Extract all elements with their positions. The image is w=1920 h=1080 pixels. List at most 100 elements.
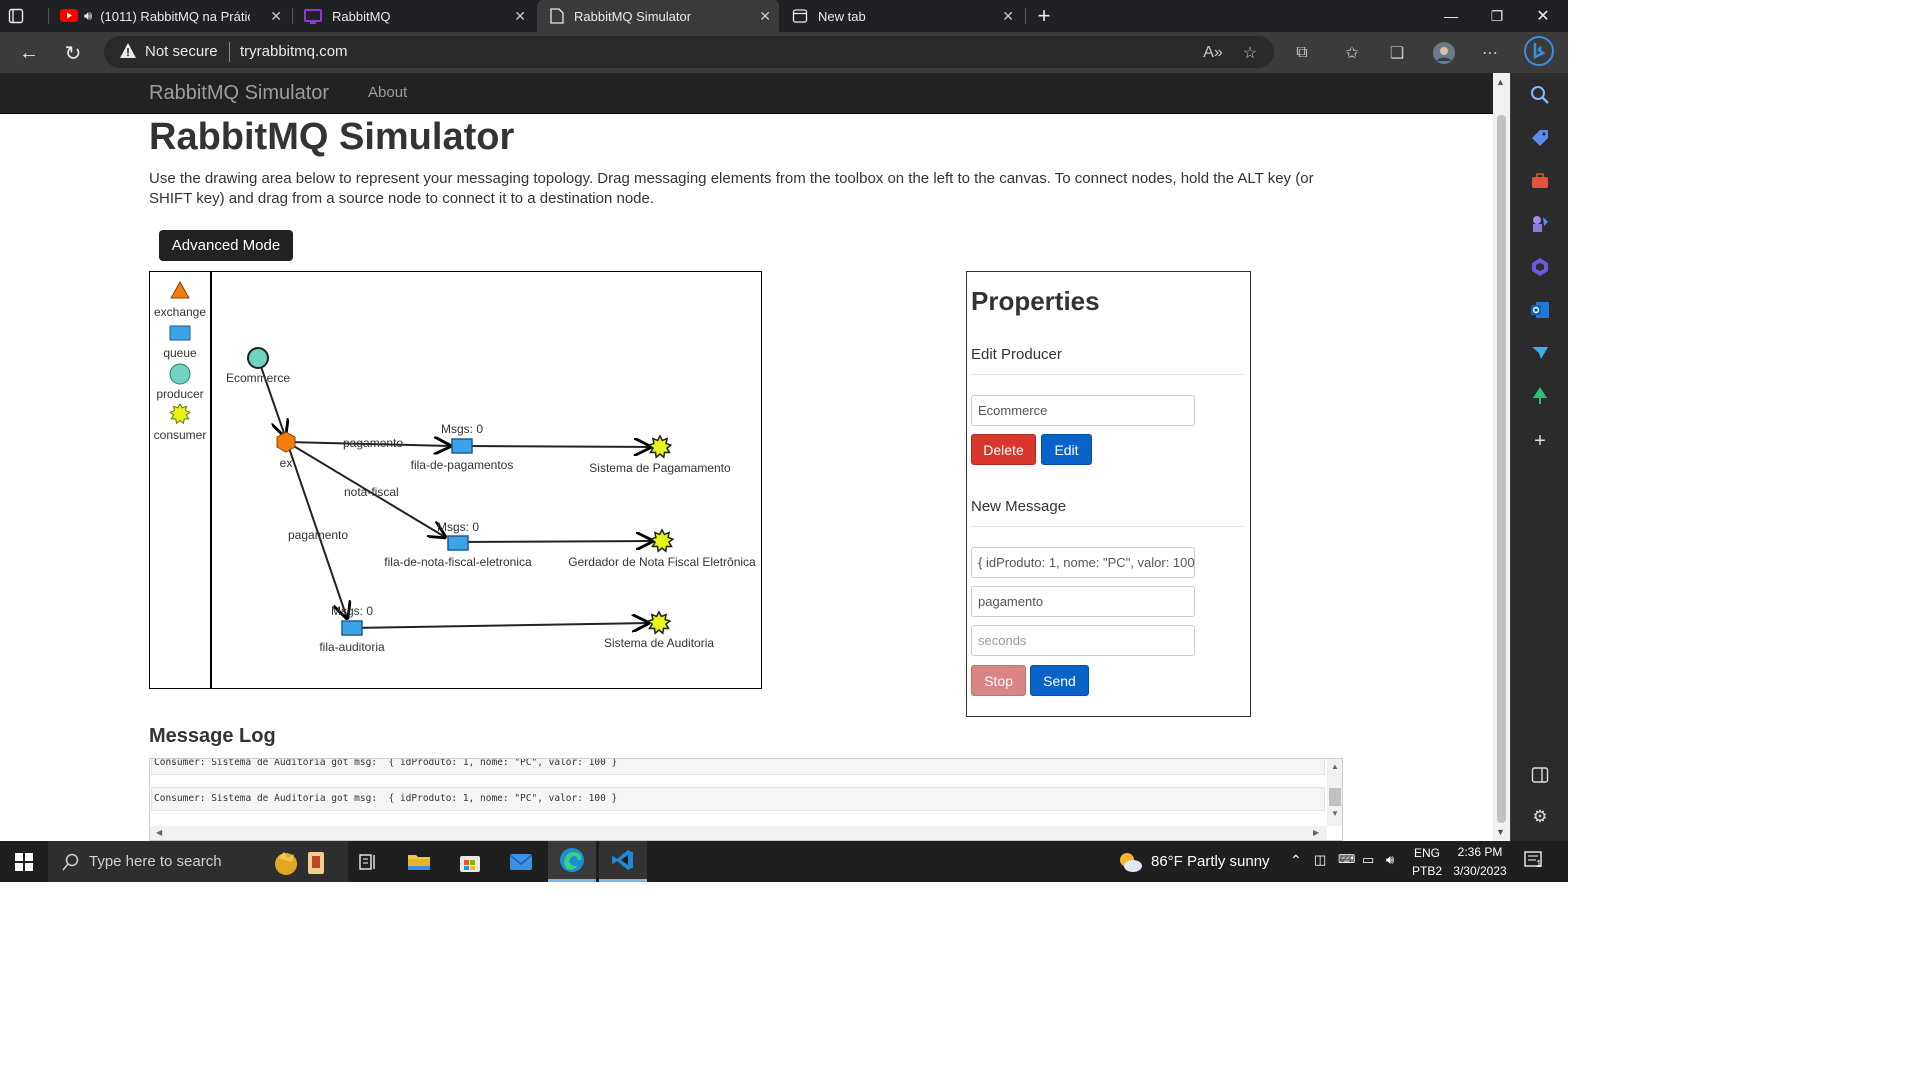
- volume-icon[interactable]: 🔊︎: [1386, 852, 1394, 868]
- advanced-mode-button[interactable]: Advanced Mode: [159, 230, 293, 261]
- hide-sidebar-icon[interactable]: [1528, 763, 1552, 787]
- bing-chat-icon[interactable]: [1524, 36, 1554, 66]
- exchange-node[interactable]: [276, 431, 296, 453]
- add-sidebar-app-icon[interactable]: +: [1528, 429, 1552, 453]
- tab-new-tab[interactable]: New tab ✕: [782, 0, 1022, 32]
- back-button[interactable]: ←: [14, 38, 44, 68]
- consumer-label: Sistema de Auditoria: [604, 636, 714, 650]
- microsoft-365-icon[interactable]: [1528, 255, 1552, 279]
- message-log[interactable]: Consumer: Sistema de Auditoria got msg: …: [149, 758, 1343, 841]
- close-tab-icon[interactable]: ✕: [1002, 8, 1014, 25]
- taskbar-search-box[interactable]: Type here to search: [48, 841, 348, 882]
- meet-now-icon[interactable]: ◫: [1314, 852, 1326, 868]
- extensions-icon[interactable]: ⧉: [1290, 41, 1314, 65]
- edit-button[interactable]: Edit: [1041, 434, 1092, 465]
- topology-canvas[interactable]: exchange queue producer consumer pagamen…: [149, 271, 762, 689]
- tab-rabbitmq[interactable]: RabbitMQ ✕: [294, 0, 534, 32]
- clock-time[interactable]: 2:36 PM: [1450, 845, 1510, 859]
- search-icon[interactable]: [1528, 83, 1552, 107]
- start-button[interactable]: [0, 841, 48, 882]
- add-favorite-icon[interactable]: ☆: [1238, 41, 1262, 65]
- tab-rabbitmq-simulator[interactable]: RabbitMQ Simulator ✕: [537, 0, 779, 32]
- microsoft-store-button[interactable]: [446, 841, 494, 882]
- scroll-left-icon[interactable]: ◀: [156, 828, 162, 837]
- language-code[interactable]: ENG: [1412, 846, 1442, 860]
- show-hidden-icons-icon[interactable]: ⌃: [1290, 852, 1302, 869]
- scroll-right-icon[interactable]: ▶: [1313, 828, 1319, 837]
- queue-node[interactable]: [341, 620, 363, 636]
- games-icon[interactable]: [1528, 212, 1552, 236]
- edge-fila-de-nota-fiscal-consumer[interactable]: [457, 541, 652, 542]
- clock-date[interactable]: 3/30/2023: [1448, 864, 1512, 878]
- task-view-button[interactable]: [344, 841, 392, 882]
- edge-taskbar-button[interactable]: [548, 841, 596, 882]
- outlook-icon[interactable]: [1528, 298, 1552, 322]
- send-icon[interactable]: [1528, 341, 1552, 365]
- url-text[interactable]: tryrabbitmq.com: [240, 43, 348, 60]
- network-icon[interactable]: ▭: [1362, 852, 1374, 868]
- scroll-up-icon[interactable]: ▲: [1331, 762, 1339, 771]
- producer-name-input[interactable]: Ecommerce: [971, 395, 1195, 426]
- refresh-button[interactable]: ↻: [58, 38, 88, 68]
- page-scrollbar[interactable]: ▲ ▼: [1493, 73, 1510, 841]
- log-scroll-thumb[interactable]: [1329, 788, 1341, 806]
- url-field[interactable]: Not secure tryrabbitmq.com: [104, 36, 1274, 68]
- scroll-down-icon[interactable]: ▼: [1331, 809, 1339, 818]
- consumer-label: Gerdador de Nota Fiscal Eletrônica: [568, 555, 756, 569]
- consumer-node[interactable]: [646, 610, 672, 635]
- edit-producer-heading: Edit Producer: [971, 346, 1062, 363]
- log-horizontal-scrollbar[interactable]: ◀ ▶: [150, 826, 1327, 840]
- tab-youtube[interactable]: 🔊︎ (1011) RabbitMQ na Prática ✕: [50, 0, 290, 32]
- weather-partly-sunny-icon[interactable]: [1116, 849, 1144, 875]
- tree-icon[interactable]: [1528, 384, 1552, 408]
- send-button[interactable]: Send: [1030, 665, 1089, 696]
- mail-button[interactable]: [497, 841, 545, 882]
- delete-button[interactable]: Delete: [971, 434, 1036, 465]
- edge-fila-auditoria-consumer[interactable]: [351, 623, 648, 628]
- routing-key-input[interactable]: pagamento: [971, 586, 1195, 617]
- minimize-button[interactable]: —: [1428, 0, 1474, 32]
- consumer-node[interactable]: [649, 528, 675, 553]
- message-body-input[interactable]: { idProduto: 1, nome: "PC", valor: 100 }: [971, 547, 1195, 578]
- vscode-taskbar-button[interactable]: [599, 841, 647, 882]
- scroll-up-icon[interactable]: ▲: [1496, 77, 1505, 87]
- restore-button[interactable]: ❐: [1474, 0, 1520, 32]
- close-tab-icon[interactable]: ✕: [270, 8, 282, 25]
- close-tab-icon[interactable]: ✕: [759, 8, 771, 25]
- file-explorer-button[interactable]: [395, 841, 443, 882]
- keyboard-icon[interactable]: ⌨: [1338, 852, 1355, 866]
- keyboard-layout[interactable]: PTB2: [1410, 864, 1444, 878]
- edge-producer-exchange[interactable]: [257, 357, 285, 436]
- security-label[interactable]: Not secure: [145, 43, 218, 60]
- about-link[interactable]: About: [368, 84, 407, 101]
- tab-actions-button[interactable]: [8, 0, 42, 32]
- tools-briefcase-icon[interactable]: [1528, 169, 1552, 193]
- log-vertical-scrollbar[interactable]: ▲ ▼: [1327, 759, 1342, 826]
- queue-label: fila-auditoria: [319, 640, 385, 654]
- settings-gear-icon[interactable]: ⚙: [1528, 805, 1552, 829]
- profile-avatar[interactable]: [1432, 41, 1456, 65]
- more-menu-icon[interactable]: ⋯: [1478, 41, 1502, 65]
- queue-node[interactable]: [447, 535, 469, 551]
- seconds-input[interactable]: seconds: [971, 625, 1195, 656]
- shopping-tag-icon[interactable]: [1528, 126, 1552, 150]
- speaker-icon[interactable]: 🔊︎: [84, 8, 92, 24]
- site-brand-link[interactable]: RabbitMQ Simulator: [149, 82, 329, 105]
- favorites-icon[interactable]: ✩: [1340, 41, 1364, 65]
- read-aloud-icon[interactable]: A»: [1201, 41, 1225, 65]
- scroll-down-icon[interactable]: ▼: [1496, 827, 1505, 837]
- close-tab-icon[interactable]: ✕: [514, 8, 526, 25]
- edge-icon: [560, 848, 584, 872]
- collections-icon[interactable]: ❏: [1385, 41, 1409, 65]
- stop-button[interactable]: Stop: [971, 665, 1026, 696]
- page-scroll-thumb[interactable]: [1497, 115, 1506, 823]
- consumer-node[interactable]: [647, 434, 673, 459]
- new-tab-button[interactable]: +: [1030, 0, 1058, 32]
- notifications-button[interactable]: 1: [1524, 851, 1546, 871]
- producer-node[interactable]: [247, 347, 269, 369]
- edge-fila-de-pagamentos-consumer[interactable]: [461, 446, 650, 447]
- queue-node[interactable]: [451, 438, 473, 454]
- weather-text[interactable]: 86°F Partly sunny: [1151, 853, 1270, 870]
- close-window-button[interactable]: ✕: [1520, 0, 1566, 32]
- topology-diagram[interactable]: pagamento nota-fiscal pagamento Ecommerc…: [150, 272, 761, 688]
